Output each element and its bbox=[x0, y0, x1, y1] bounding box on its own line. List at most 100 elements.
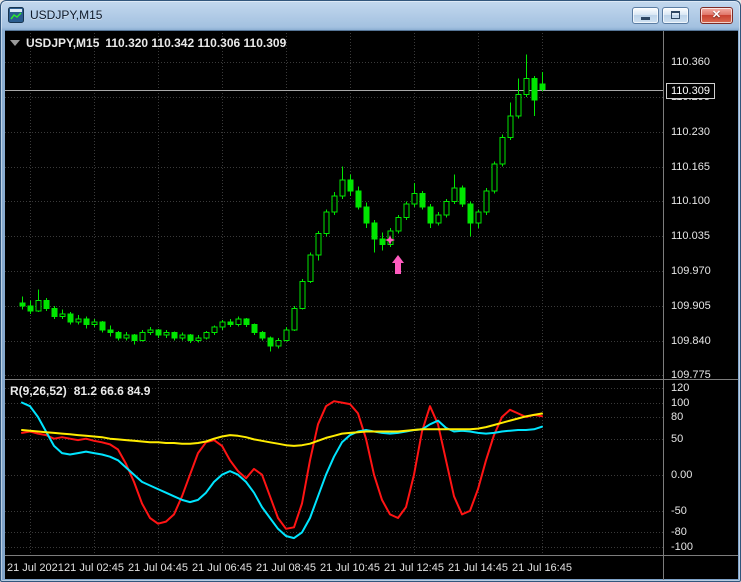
candle bbox=[515, 78, 522, 119]
candle bbox=[27, 300, 34, 314]
candle-body bbox=[179, 334, 186, 339]
close-button[interactable]: ✕ bbox=[700, 6, 733, 24]
candle bbox=[251, 323, 258, 336]
indicator-axis-label: -80 bbox=[671, 526, 687, 538]
candle bbox=[347, 174, 354, 197]
indicator-axis-label: 120 bbox=[671, 382, 690, 394]
candle-body bbox=[99, 321, 106, 331]
candle bbox=[75, 314, 82, 325]
indicator-header: R(9,26,52) 81.2 66.6 84.9 bbox=[10, 384, 150, 398]
candle bbox=[315, 230, 322, 261]
candle bbox=[419, 190, 426, 210]
time-axis-label: 21 Jul 06:45 bbox=[192, 562, 252, 574]
candle bbox=[491, 161, 498, 194]
candle-body bbox=[267, 337, 274, 347]
candle bbox=[171, 331, 178, 341]
maximize-button[interactable] bbox=[662, 6, 689, 24]
candle bbox=[363, 202, 370, 229]
candle-body bbox=[123, 334, 130, 339]
indicator-axis-label: -100 bbox=[671, 541, 694, 553]
candle-body bbox=[403, 203, 410, 219]
candle-body bbox=[51, 307, 58, 317]
window-title: USDJPY,M15 bbox=[30, 8, 103, 22]
chart-menu-icon[interactable] bbox=[10, 40, 20, 46]
candle-body bbox=[499, 136, 506, 165]
candle bbox=[403, 201, 410, 221]
price-axis[interactable]: 110.309 110.360110.295110.230110.165110.… bbox=[664, 31, 738, 580]
minimize-button[interactable] bbox=[632, 6, 659, 24]
close-icon: ✕ bbox=[711, 8, 722, 21]
candle-body bbox=[203, 332, 210, 339]
candle-body bbox=[507, 115, 514, 138]
candle-body bbox=[59, 313, 66, 317]
candle bbox=[123, 332, 130, 341]
indicator-axis-label: 0.00 bbox=[671, 469, 693, 481]
time-axis-label: 21 Jul 16:45 bbox=[512, 562, 572, 574]
candle-body bbox=[323, 211, 330, 235]
candle-body bbox=[419, 192, 426, 208]
candle bbox=[107, 325, 114, 337]
time-axis-label: 21 Jul 04:45 bbox=[128, 562, 188, 574]
candle bbox=[291, 305, 298, 331]
main-chart-canvas[interactable] bbox=[5, 33, 663, 379]
candle-body bbox=[515, 94, 522, 117]
current-price-badge: 110.309 bbox=[666, 82, 715, 100]
candle bbox=[139, 329, 146, 342]
candle bbox=[443, 198, 450, 218]
time-axis-label: 21 Jul 08:45 bbox=[256, 562, 316, 574]
price-axis-label: 110.230 bbox=[671, 126, 710, 138]
candle-body bbox=[219, 321, 226, 328]
time-axis[interactable]: 21 Jul 2021 21 Jul 02:45 21 Jul 04:45 21 Ju… bbox=[5, 556, 663, 580]
candle-body bbox=[283, 329, 290, 342]
chart-client-area: USDJPY,M15 110.320 110.342 110.306 110.3… bbox=[5, 30, 738, 580]
candle bbox=[539, 72, 546, 92]
candle-body bbox=[339, 179, 346, 197]
candle-body bbox=[187, 334, 194, 342]
maximize-icon bbox=[671, 11, 680, 19]
candle bbox=[283, 327, 290, 342]
price-axis-label: 110.100 bbox=[671, 195, 710, 207]
candle-body bbox=[451, 187, 458, 202]
price-axis-label: 109.970 bbox=[671, 265, 711, 277]
candle bbox=[459, 185, 466, 207]
titlebar[interactable]: USDJPY,M15 ✕ bbox=[1, 1, 740, 29]
candle bbox=[155, 328, 162, 338]
candle-body bbox=[379, 238, 386, 245]
candle bbox=[115, 330, 122, 341]
candle bbox=[331, 191, 338, 215]
candle bbox=[83, 316, 90, 329]
candle-body bbox=[163, 332, 170, 336]
candle bbox=[147, 327, 154, 336]
indicator-axis-label: 80 bbox=[671, 411, 684, 423]
candle bbox=[35, 289, 42, 313]
chart-window: USDJPY,M15 ✕ USDJPY,M15 110.320 110.342 … bbox=[0, 0, 741, 582]
candle bbox=[59, 309, 66, 320]
window-controls: ✕ bbox=[632, 6, 733, 24]
price-axis-label: 109.840 bbox=[671, 335, 711, 347]
price-axis-label: 110.035 bbox=[671, 230, 710, 242]
candle-body bbox=[459, 187, 466, 205]
candle-body bbox=[355, 190, 362, 208]
candle bbox=[211, 325, 218, 336]
candle-body bbox=[307, 254, 314, 283]
time-axis-label: 21 Jul 12:45 bbox=[384, 562, 444, 574]
panel-divider[interactable] bbox=[5, 379, 738, 380]
candle-body bbox=[115, 332, 122, 339]
app-chart-icon[interactable] bbox=[8, 7, 24, 23]
candle bbox=[99, 320, 106, 333]
candle bbox=[163, 329, 170, 338]
candle bbox=[51, 305, 58, 320]
indicator-canvas[interactable] bbox=[5, 381, 663, 554]
price-axis-label: 109.905 bbox=[671, 300, 711, 312]
candle bbox=[507, 102, 514, 140]
indicator-axis-label: 100 bbox=[671, 397, 690, 409]
price-axis-label: 109.775 bbox=[671, 369, 711, 381]
candle-body bbox=[67, 313, 74, 323]
candle bbox=[19, 296, 26, 310]
candle bbox=[483, 188, 490, 215]
candle-body bbox=[539, 83, 546, 91]
candle-body bbox=[315, 233, 322, 256]
time-axis-label: 21 Jul 02:45 bbox=[64, 562, 124, 574]
candle bbox=[427, 204, 434, 229]
candle-body bbox=[443, 200, 450, 216]
